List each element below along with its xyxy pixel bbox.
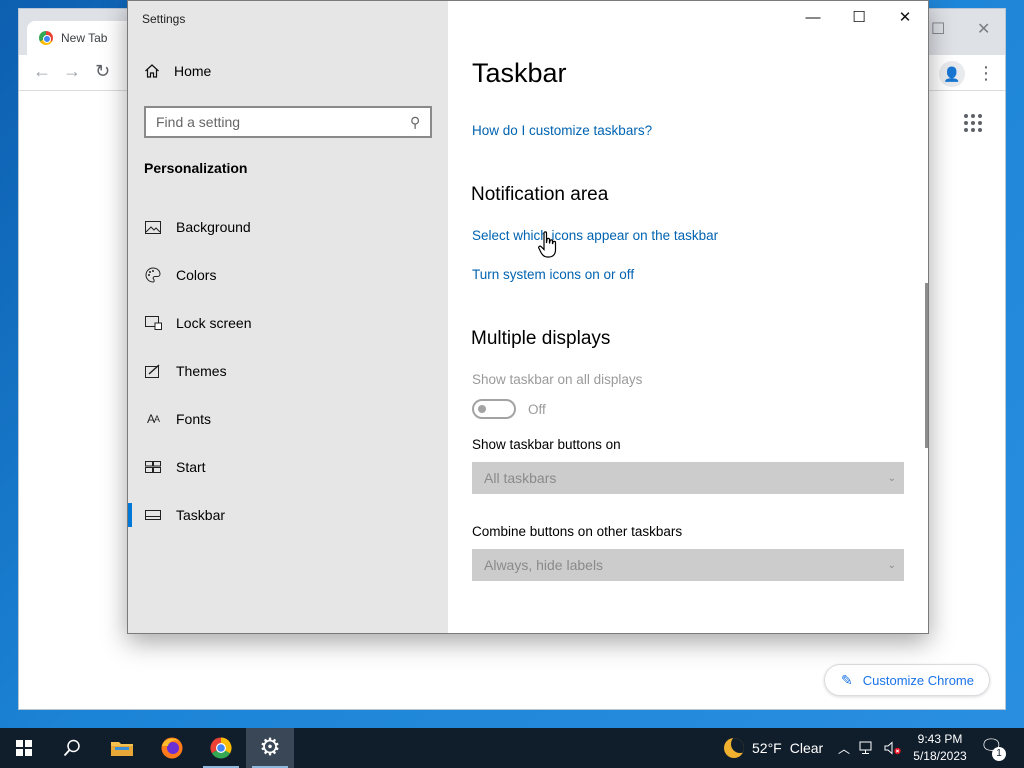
sidebar-item-themes[interactable]: Themes xyxy=(128,347,448,395)
search-placeholder: Find a setting xyxy=(156,114,241,130)
palette-icon xyxy=(144,266,162,284)
dropdown-value: All taskbars xyxy=(484,470,557,486)
chrome-menu-icon[interactable]: ⋮ xyxy=(977,61,995,85)
window-title: Settings xyxy=(142,12,186,26)
volume-muted-icon[interactable] xyxy=(884,741,902,755)
chevron-down-icon: ⌄ xyxy=(887,559,896,571)
settings-taskbar-button[interactable]: ⚙ xyxy=(246,728,294,768)
clock-time: 9:43 PM xyxy=(917,732,963,746)
home-nav-item[interactable]: Home xyxy=(144,63,211,79)
google-apps-icon[interactable] xyxy=(964,114,982,132)
clock-date: 5/18/2023 xyxy=(913,749,967,763)
pencil-icon: ✎ xyxy=(841,671,853,688)
picture-icon xyxy=(144,218,162,236)
notification-area-heading: Notification area xyxy=(471,184,609,205)
sidebar-item-label: Taskbar xyxy=(176,507,226,523)
system-icons-link[interactable]: Turn system icons on or off xyxy=(472,267,634,282)
back-arrow-icon[interactable]: ← xyxy=(33,61,51,82)
personalization-heading: Personalization xyxy=(144,160,248,176)
windows-taskbar: ⚙ 52°F Clear ︿ 9:43 PM 5/18/2023 🗨 1 xyxy=(0,728,1024,768)
chevron-up-icon[interactable]: ︿ xyxy=(838,740,850,757)
dropdown-value: Always, hide labels xyxy=(484,557,604,573)
folder-icon xyxy=(111,742,133,756)
weather-widget[interactable]: 52°F Clear xyxy=(724,728,823,768)
taskbar-icon xyxy=(144,506,162,524)
themes-icon xyxy=(144,362,162,380)
hand-cursor-icon xyxy=(538,231,557,258)
firefox-icon xyxy=(161,737,183,759)
page-title: Taskbar xyxy=(472,58,567,88)
toggle-state-label: Off xyxy=(528,402,546,417)
content-scrollbar[interactable] xyxy=(925,283,928,448)
chrome-tab-title: New Tab xyxy=(61,31,108,45)
sidebar-item-label: Colors xyxy=(176,267,217,283)
sidebar-item-fonts[interactable]: AA Fonts xyxy=(128,395,448,443)
sidebar-item-taskbar[interactable]: Taskbar xyxy=(128,491,448,539)
home-label: Home xyxy=(174,63,212,79)
combine-buttons-label: Combine buttons on other taskbars xyxy=(472,524,683,539)
search-icon xyxy=(63,739,80,757)
profile-avatar-icon[interactable]: 👤 xyxy=(939,61,965,87)
lock-screen-icon xyxy=(144,314,162,332)
settings-window: Settings Home Find a setting ⚲ Personali… xyxy=(127,0,929,634)
chrome-maximize-icon[interactable]: ☐ xyxy=(931,19,945,39)
customize-taskbars-help-link[interactable]: How do I customize taskbars? xyxy=(472,123,652,138)
select-taskbar-icons-link[interactable]: Select which icons appear on the taskbar xyxy=(472,228,718,243)
sidebar-item-label: Themes xyxy=(176,363,227,379)
firefox-button[interactable] xyxy=(148,728,196,768)
moon-icon xyxy=(724,738,744,758)
start-button[interactable] xyxy=(0,728,48,768)
taskbar-buttons-on-label: Show taskbar buttons on xyxy=(472,437,621,452)
home-icon xyxy=(145,64,159,78)
taskbar-settings-content: Taskbar How do I customize taskbars? Not… xyxy=(448,1,928,633)
show-taskbar-all-displays-label: Show taskbar on all displays xyxy=(472,372,643,387)
search-icon: ⚲ xyxy=(409,113,420,130)
reload-icon[interactable]: ↻ xyxy=(95,61,110,82)
taskbar-buttons-on-dropdown[interactable]: All taskbars ⌄ xyxy=(472,462,904,494)
customize-chrome-button[interactable]: ✎ Customize Chrome xyxy=(824,664,990,696)
taskbar-search-button[interactable] xyxy=(48,728,96,768)
network-icon[interactable] xyxy=(859,741,875,755)
sidebar-item-label: Lock screen xyxy=(176,315,252,331)
sidebar-item-background[interactable]: Background xyxy=(128,203,448,251)
find-setting-search-box[interactable]: Find a setting ⚲ xyxy=(144,106,432,138)
weather-description: Clear xyxy=(789,740,824,756)
multiple-displays-heading: Multiple displays xyxy=(471,328,611,349)
notification-count-badge: 1 xyxy=(992,747,1006,761)
sidebar-item-label: Background xyxy=(176,219,251,235)
chrome-logo-icon xyxy=(39,31,53,45)
file-explorer-button[interactable] xyxy=(98,728,146,768)
sidebar-item-start[interactable]: Start xyxy=(128,443,448,491)
start-icon xyxy=(144,458,162,476)
customize-chrome-label: Customize Chrome xyxy=(862,672,974,688)
windows-logo-icon xyxy=(16,740,32,756)
fonts-icon: AA xyxy=(146,412,160,426)
personalization-nav-list: Background Colors Lock screen Themes A A… xyxy=(128,203,448,539)
chrome-taskbar-button[interactable] xyxy=(197,728,245,768)
sidebar-item-label: Fonts xyxy=(176,411,212,427)
show-taskbar-all-displays-toggle[interactable] xyxy=(472,399,516,419)
sidebar-item-colors[interactable]: Colors xyxy=(128,251,448,299)
sidebar-item-label: Start xyxy=(176,459,206,475)
combine-buttons-dropdown[interactable]: Always, hide labels ⌄ xyxy=(472,549,904,581)
system-tray: ︿ xyxy=(838,728,902,768)
gear-icon: ⚙ xyxy=(259,734,281,761)
sidebar-item-lock-screen[interactable]: Lock screen xyxy=(128,299,448,347)
forward-arrow-icon[interactable]: → xyxy=(63,61,81,82)
chrome-close-icon[interactable]: ✕ xyxy=(977,19,990,39)
settings-sidebar: Settings Home Find a setting ⚲ Personali… xyxy=(128,1,448,633)
chevron-down-icon: ⌄ xyxy=(887,472,896,484)
taskbar-clock[interactable]: 9:43 PM 5/18/2023 xyxy=(908,731,972,765)
chrome-icon xyxy=(210,737,232,759)
weather-temperature: 52°F xyxy=(752,740,782,756)
